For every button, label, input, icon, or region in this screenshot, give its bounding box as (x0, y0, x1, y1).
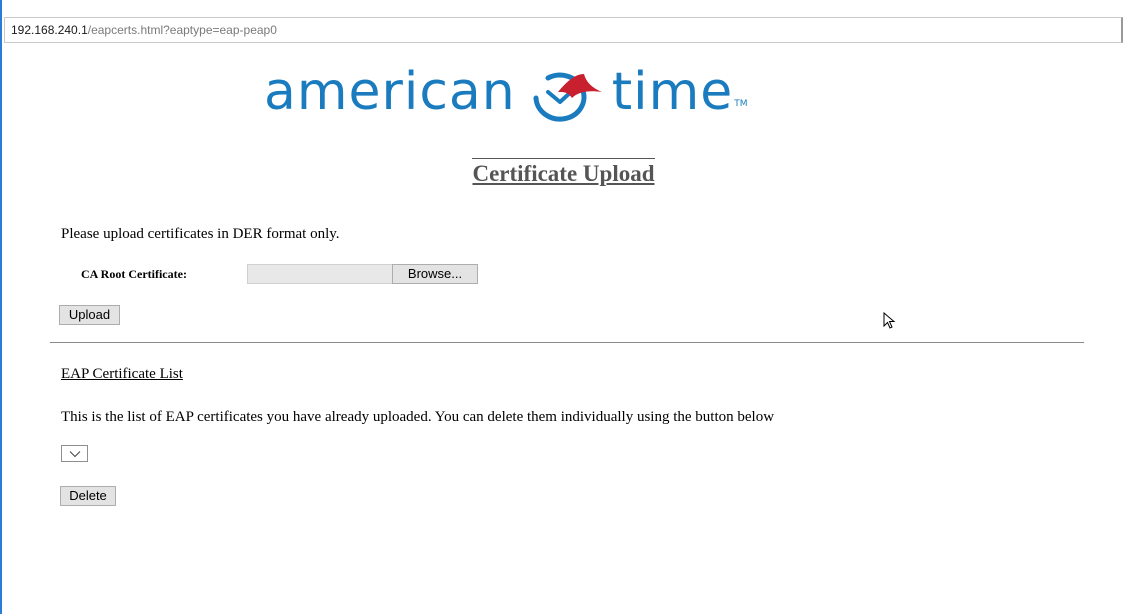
title-container: Certificate Upload (2, 158, 1123, 187)
american-time-logo: american time TM (264, 62, 748, 122)
section-divider (50, 342, 1084, 343)
ca-root-certificate-label: CA Root Certificate: (81, 267, 187, 281)
logo-word-time: time (611, 62, 734, 122)
certificate-list-description: This is the list of EAP certificates you… (61, 409, 775, 425)
address-bar[interactable]: 192.168.240.1/eapcerts.html?eaptype=eap-… (4, 17, 1123, 43)
chevron-down-icon (69, 450, 80, 457)
ca-root-file-input[interactable]: Browse... (247, 264, 478, 284)
certificate-select[interactable] (61, 445, 88, 462)
mouse-pointer-icon (883, 312, 896, 329)
upload-instruction: Please upload certificates in DER format… (61, 226, 340, 242)
delete-button[interactable]: Delete (60, 486, 116, 506)
upload-button[interactable]: Upload (59, 305, 120, 325)
page-title: Certificate Upload (472, 158, 655, 187)
file-path-field[interactable] (247, 264, 392, 284)
logo-word-american: american (264, 62, 516, 122)
trademark-mark: TM (734, 99, 748, 109)
url-path: /eapcerts.html?eaptype=eap-peap0 (87, 23, 277, 37)
eap-certificate-list-heading: EAP Certificate List (61, 366, 183, 382)
browser-window: 192.168.240.1/eapcerts.html?eaptype=eap-… (0, 0, 1123, 614)
clock-swoosh-icon (533, 72, 602, 122)
browse-button[interactable]: Browse... (392, 264, 478, 284)
url-host: 192.168.240.1 (11, 23, 88, 37)
